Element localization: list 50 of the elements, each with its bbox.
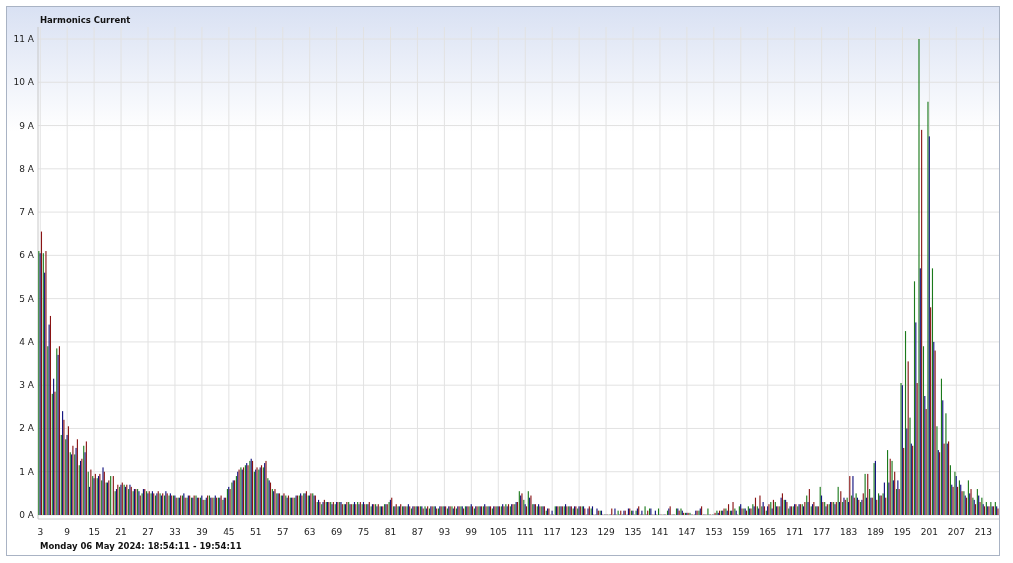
x-axis-label: 123	[570, 527, 588, 537]
x-axis-label: 15	[88, 527, 100, 537]
x-axis-label: 201	[920, 527, 938, 537]
y-axis-label: 7 A	[19, 207, 34, 218]
y-axis-label: 0 A	[19, 510, 34, 520]
y-axis-label: 4 A	[19, 336, 34, 347]
x-axis-label: 147	[678, 527, 696, 537]
x-axis-label: 213	[974, 527, 992, 537]
x-axis-label: 87	[411, 527, 424, 537]
x-axis-label: 93	[438, 527, 451, 537]
x-axis-label: 159	[732, 527, 750, 537]
y-axis-label: 5 A	[19, 293, 34, 304]
x-axis-label: 111	[516, 527, 534, 537]
x-axis-label: 171	[786, 527, 804, 537]
y-axis-label: 1 A	[19, 466, 34, 477]
x-axis-label: 99	[465, 527, 478, 537]
x-axis-label: 33	[169, 527, 181, 537]
x-axis-label: 45	[223, 527, 235, 537]
x-axis-label: 21	[115, 527, 127, 537]
y-axis-label: 2 A	[19, 423, 34, 434]
x-axis-label: 195	[893, 527, 912, 537]
x-axis-label: 81	[384, 527, 397, 537]
time-range: Monday 06 May 2024: 18:54:11 - 19:54:11	[39, 541, 242, 551]
y-axis-label: 10 A	[13, 77, 34, 88]
x-axis-label: 39	[196, 527, 208, 537]
x-axis-label: 9	[64, 527, 71, 537]
x-axis-label: 153	[705, 527, 723, 537]
y-axis-label: 6 A	[19, 250, 34, 261]
x-axis-label: 3	[37, 527, 44, 537]
x-axis-label: 129	[597, 527, 615, 537]
x-axis-label: 165	[759, 527, 777, 537]
x-axis-label: 177	[813, 527, 831, 537]
x-axis-label: 141	[651, 527, 669, 537]
x-axis-label: 51	[250, 527, 262, 537]
x-axis-label: 189	[866, 527, 885, 537]
y-axis-label: 8 A	[19, 163, 34, 174]
y-axis-label: 11 A	[13, 34, 34, 44]
x-axis-label: 27	[142, 527, 154, 537]
x-axis-label: 105	[489, 527, 507, 537]
x-axis-label: 69	[330, 527, 343, 537]
x-axis-label: 75	[357, 527, 370, 537]
x-axis-label: 183	[839, 527, 858, 537]
x-axis-label: 207	[947, 527, 965, 537]
x-axis-label: 135	[624, 527, 642, 537]
chart-title: Harmonics Current	[39, 14, 131, 27]
x-axis-label: 117	[543, 527, 561, 537]
y-axis-label: 3 A	[19, 380, 34, 391]
y-axis-label: 9 A	[19, 120, 34, 131]
x-axis-label: 57	[277, 527, 289, 537]
x-axis-label: 63	[303, 527, 316, 537]
